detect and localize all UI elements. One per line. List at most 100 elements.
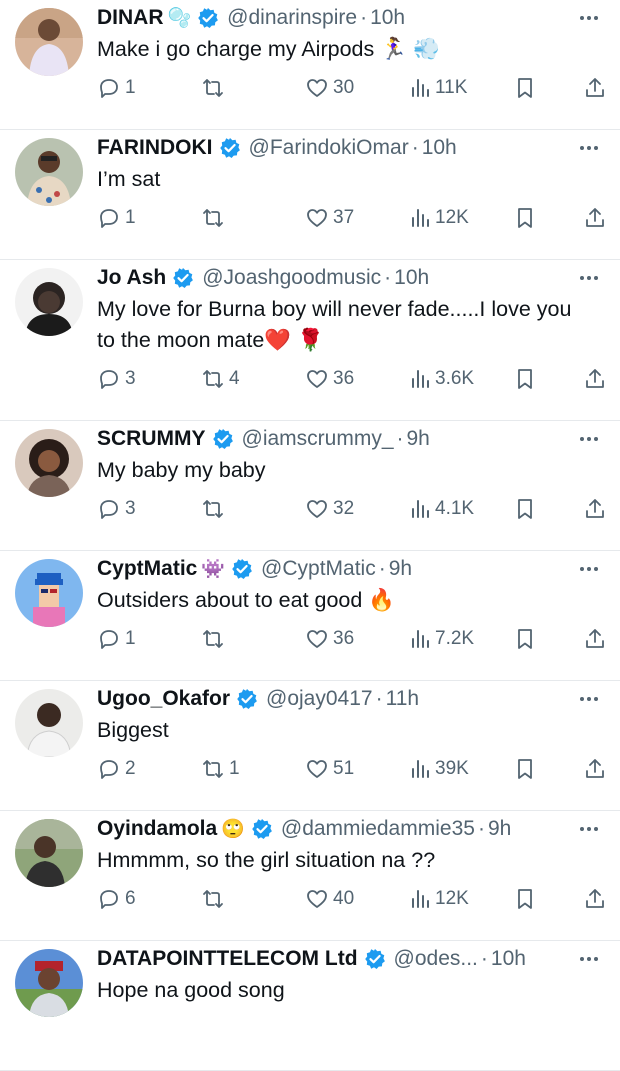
share-button[interactable] bbox=[583, 627, 607, 651]
tweet[interactable]: Oyindamola 🙄 @dammiedammie35 · 9h Hmmmm,… bbox=[0, 811, 620, 941]
reply-button[interactable]: 1 bbox=[97, 206, 136, 230]
avatar[interactable] bbox=[15, 689, 83, 757]
avatar[interactable] bbox=[15, 559, 83, 627]
share-button[interactable] bbox=[583, 887, 607, 911]
author-handle[interactable]: @dammiedammie35 bbox=[281, 817, 475, 841]
avatar[interactable] bbox=[15, 8, 83, 76]
retweet-button[interactable] bbox=[201, 627, 229, 651]
retweet-button[interactable] bbox=[201, 206, 229, 230]
like-button[interactable]: 30 bbox=[305, 76, 354, 100]
author-name[interactable]: Oyindamola bbox=[97, 817, 217, 841]
share-button[interactable] bbox=[583, 76, 607, 100]
bookmark-button[interactable] bbox=[513, 887, 537, 911]
author-handle[interactable]: @odes... bbox=[394, 947, 478, 971]
author-name[interactable]: FARINDOKI bbox=[97, 136, 213, 160]
reply-icon bbox=[100, 370, 118, 389]
like-button[interactable]: 36 bbox=[305, 367, 354, 391]
tweet[interactable]: DINAR 🫧 @dinarinspire · 10h Make i go ch… bbox=[0, 0, 620, 130]
author-handle[interactable]: @dinarinspire bbox=[227, 6, 357, 30]
views-icon bbox=[412, 79, 429, 97]
views-button[interactable]: 4.1K bbox=[409, 497, 474, 521]
bookmark-button[interactable] bbox=[513, 76, 537, 100]
author-handle[interactable]: @iamscrummy_ bbox=[242, 427, 394, 451]
timestamp[interactable]: 11h bbox=[386, 687, 419, 711]
tweet[interactable]: Jo Ash @Joashgoodmusic · 10h My love for… bbox=[0, 260, 620, 421]
more-options-icon[interactable] bbox=[576, 689, 602, 709]
more-options-icon[interactable] bbox=[576, 8, 602, 28]
tweet[interactable]: CyptMatic 👾 @CyptMatic · 9h Outsiders ab… bbox=[0, 551, 620, 681]
reply-button[interactable]: 2 bbox=[97, 757, 136, 781]
avatar[interactable] bbox=[15, 819, 83, 887]
timestamp[interactable]: 9h bbox=[407, 427, 430, 451]
like-button[interactable]: 40 bbox=[305, 887, 354, 911]
retweet-button[interactable] bbox=[201, 76, 229, 100]
more-options-icon[interactable] bbox=[576, 268, 602, 288]
bookmark-button[interactable] bbox=[513, 206, 537, 230]
timestamp[interactable]: 10h bbox=[370, 6, 405, 30]
views-button[interactable]: 11K bbox=[409, 76, 467, 100]
bookmark-button[interactable] bbox=[513, 627, 537, 651]
views-button[interactable]: 12K bbox=[409, 206, 469, 230]
tweet[interactable]: SCRUMMY @iamscrummy_ · 9h My baby my bab… bbox=[0, 421, 620, 551]
tweet[interactable]: Ugoo_Okafor @ojay0417 · 11h Biggest 2 1 … bbox=[0, 681, 620, 811]
retweet-button[interactable]: 4 bbox=[201, 367, 240, 391]
timestamp[interactable]: 9h bbox=[488, 817, 511, 841]
share-button[interactable] bbox=[583, 206, 607, 230]
more-options-icon[interactable] bbox=[576, 138, 602, 158]
reply-button[interactable]: 1 bbox=[97, 627, 136, 651]
more-options-icon[interactable] bbox=[576, 949, 602, 969]
timestamp[interactable]: 10h bbox=[422, 136, 457, 160]
heart-icon bbox=[307, 630, 327, 648]
author-name[interactable]: CyptMatic bbox=[97, 557, 197, 581]
author-name[interactable]: Ugoo_Okafor bbox=[97, 687, 230, 711]
views-button[interactable]: 12K bbox=[409, 887, 469, 911]
avatar[interactable] bbox=[15, 138, 83, 206]
like-button[interactable]: 37 bbox=[305, 206, 354, 230]
retweet-button[interactable] bbox=[201, 887, 229, 911]
bookmark-button[interactable] bbox=[513, 757, 537, 781]
retweet-button[interactable]: 1 bbox=[201, 757, 240, 781]
author-handle[interactable]: @Joashgoodmusic bbox=[202, 266, 381, 290]
reply-button[interactable]: 3 bbox=[97, 497, 136, 521]
author-handle[interactable]: @CyptMatic bbox=[261, 557, 376, 581]
author-name[interactable]: DINAR bbox=[97, 6, 164, 30]
author-name[interactable]: DATAPOINTTELECOM Ltd bbox=[97, 947, 358, 971]
reply-count: 1 bbox=[125, 207, 136, 228]
reply-button[interactable]: 6 bbox=[97, 887, 136, 911]
avatar[interactable] bbox=[15, 949, 83, 1017]
more-options-icon[interactable] bbox=[576, 429, 602, 449]
reply-button[interactable]: 1 bbox=[97, 76, 136, 100]
like-button[interactable]: 36 bbox=[305, 627, 354, 651]
author-name[interactable]: Jo Ash bbox=[97, 266, 166, 290]
tweet[interactable]: DATAPOINTTELECOM Ltd @odes... · 10h Hope… bbox=[0, 941, 620, 1071]
like-button[interactable]: 32 bbox=[305, 497, 354, 521]
views-icon bbox=[412, 500, 429, 518]
share-button[interactable] bbox=[583, 757, 607, 781]
author-handle[interactable]: @ojay0417 bbox=[266, 687, 373, 711]
views-button[interactable]: 39K bbox=[409, 757, 469, 781]
avatar[interactable] bbox=[15, 268, 83, 336]
like-count: 40 bbox=[333, 888, 355, 909]
author-name[interactable]: SCRUMMY bbox=[97, 427, 206, 451]
bookmark-button[interactable] bbox=[513, 367, 537, 391]
tweet[interactable]: FARINDOKI @FarindokiOmar · 10h I’m sat 1… bbox=[0, 130, 620, 260]
separator-dot: · bbox=[411, 136, 419, 159]
author-handle[interactable]: @FarindokiOmar bbox=[249, 136, 409, 160]
share-button[interactable] bbox=[583, 367, 607, 391]
like-count: 30 bbox=[333, 77, 355, 98]
retweet-button[interactable] bbox=[201, 497, 229, 521]
share-button[interactable] bbox=[583, 497, 607, 521]
views-button[interactable]: 3.6K bbox=[409, 367, 474, 391]
timestamp[interactable]: 10h bbox=[394, 266, 429, 290]
timestamp[interactable]: 10h bbox=[491, 947, 526, 971]
views-button[interactable]: 7.2K bbox=[409, 627, 474, 651]
more-options-icon[interactable] bbox=[576, 559, 602, 579]
avatar[interactable] bbox=[15, 429, 83, 497]
bookmark-button[interactable] bbox=[513, 497, 537, 521]
verified-badge-icon bbox=[197, 7, 219, 29]
reply-button[interactable]: 3 bbox=[97, 367, 136, 391]
tweet-text: My love for Burna boy will never fade...… bbox=[97, 297, 572, 352]
like-button[interactable]: 51 bbox=[305, 757, 354, 781]
more-options-icon[interactable] bbox=[576, 819, 602, 839]
timestamp[interactable]: 9h bbox=[389, 557, 412, 581]
